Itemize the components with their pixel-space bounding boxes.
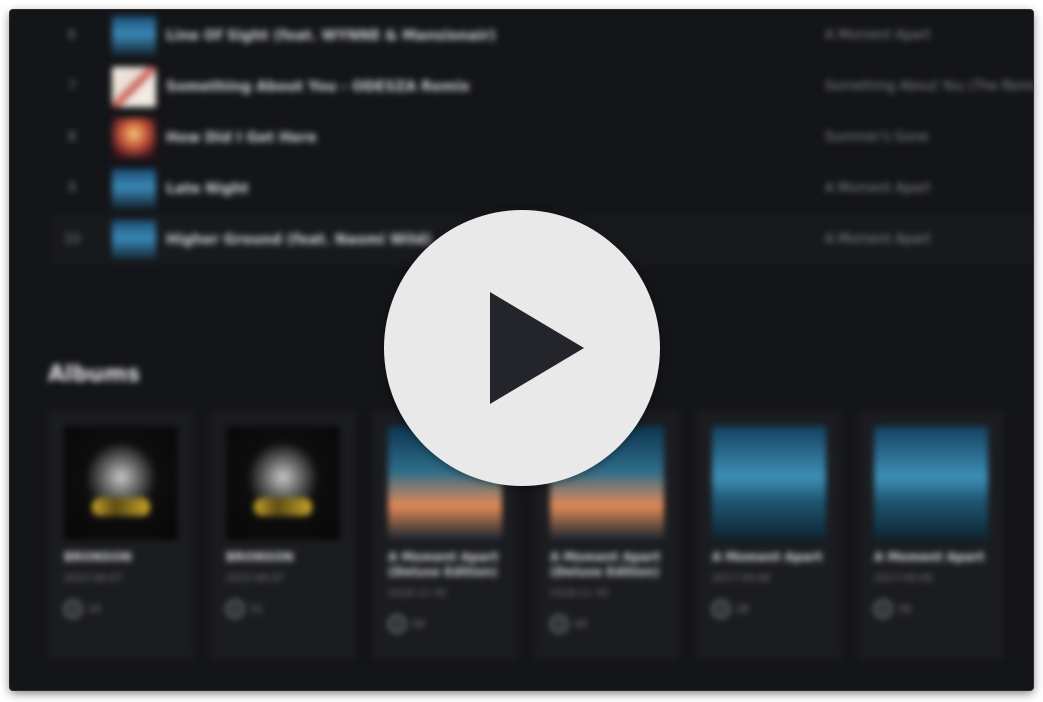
disc-icon	[226, 600, 244, 618]
disc-icon	[550, 615, 568, 633]
track-artwork	[112, 168, 156, 209]
album-title: A Moment Apart (Deluxe Edition)	[550, 550, 661, 579]
track-title: Late Night	[166, 180, 249, 197]
album-title: A Moment Apart	[874, 550, 985, 564]
track-artwork	[112, 219, 156, 260]
track-row[interactable]: 9 Late Night A Moment Apart	[50, 163, 1033, 214]
track-title: Something About You - ODESZA Remix	[166, 78, 470, 95]
album-release-date: 2017-09-08	[712, 573, 771, 584]
album-title: A Moment Apart (Deluxe Edition)	[388, 550, 499, 579]
album-card[interactable]: A Moment Apart 2017-09-08 16	[858, 410, 1004, 660]
track-number: 8	[67, 130, 77, 145]
track-row[interactable]: 6 Line Of Sight (feat. WYNNE & Mansionai…	[50, 10, 1033, 61]
album-meta: 16	[874, 600, 988, 618]
disc-icon	[874, 600, 892, 618]
play-icon	[490, 292, 584, 404]
track-number: 10	[63, 232, 81, 247]
track-artwork	[112, 15, 156, 56]
album-track-count: 16	[736, 603, 749, 615]
album-release-date: 2022-08-07	[226, 573, 285, 584]
album-release-date: 2018-11-30	[388, 588, 447, 599]
album-meta: 16	[712, 600, 826, 618]
album-cover	[712, 426, 826, 540]
album-track-count: 16	[898, 603, 911, 615]
album-cover	[64, 426, 178, 540]
track-artwork	[112, 117, 156, 158]
track-artwork	[112, 66, 156, 107]
disc-icon	[388, 615, 406, 633]
track-album[interactable]: A Moment Apart	[825, 28, 931, 43]
album-release-date: 2017-09-08	[874, 573, 933, 584]
album-card[interactable]: A Moment Apart 2017-09-08 16	[696, 410, 842, 660]
track-album[interactable]: A Moment Apart	[825, 232, 931, 247]
track-number: 9	[67, 181, 77, 196]
album-release-date: 2018-11-30	[550, 588, 609, 599]
album-meta: 24	[550, 615, 664, 633]
album-track-count: 24	[574, 618, 587, 630]
album-title: A Moment Apart	[712, 550, 823, 564]
disc-icon	[64, 600, 82, 618]
album-card[interactable]: BRONSON 2022-08-07 11	[210, 410, 356, 660]
track-album[interactable]: Summer's Gone	[825, 130, 929, 145]
track-title: How Did I Get Here	[166, 129, 317, 146]
disc-icon	[712, 600, 730, 618]
album-card[interactable]: BRONSON 2022-08-07 14	[48, 410, 194, 660]
album-title: BRONSON	[64, 550, 132, 564]
track-title: Line Of Sight (feat. WYNNE & Mansionair)	[166, 27, 496, 44]
album-meta: 11	[226, 600, 340, 618]
album-meta: 24	[388, 615, 502, 633]
track-album[interactable]: Something About You (The Remixes)	[825, 79, 1033, 94]
play-button[interactable]	[384, 210, 660, 486]
album-cover	[874, 426, 988, 540]
track-album[interactable]: A Moment Apart	[825, 181, 931, 196]
album-track-count: 11	[250, 603, 263, 615]
album-title: BRONSON	[226, 550, 294, 564]
track-number: 7	[67, 79, 77, 94]
album-cover	[226, 426, 340, 540]
album-meta: 14	[64, 600, 178, 618]
albums-heading: Albums	[48, 362, 140, 387]
track-row[interactable]: 7 Something About You - ODESZA Remix Som…	[50, 61, 1033, 112]
album-release-date: 2022-08-07	[64, 573, 123, 584]
album-track-count: 14	[88, 603, 101, 615]
track-row[interactable]: 8 How Did I Get Here Summer's Gone	[50, 112, 1033, 163]
track-number: 6	[67, 28, 77, 43]
album-track-count: 24	[412, 618, 425, 630]
